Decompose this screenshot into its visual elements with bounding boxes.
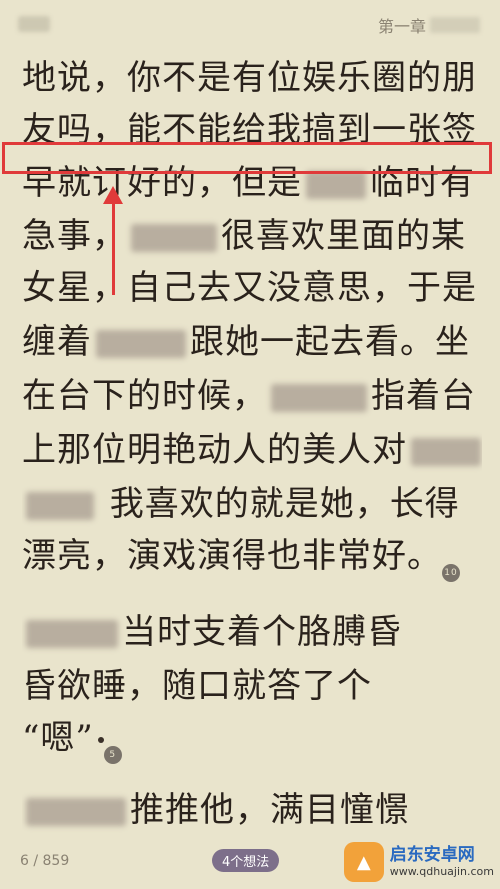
reader-bottom-bar: 6 / 859 4个想法 ▲ 启东安卓网 www.qdhuajin.com: [0, 839, 500, 889]
text-line[interactable]: 漂亮，演戏演得也非常好。 10: [22, 530, 482, 582]
text-segment: 指着台: [371, 376, 476, 416]
reader-text-area[interactable]: 地说，你不是有位娱乐圈的朋 友吗，能不能给我搞到一张签 早就订好的，但是 临时有 急事，…: [0, 0, 500, 840]
text-segment: 女星，自己去又没意思，于是: [22, 268, 477, 308]
text-line[interactable]: 昏欲睡，随口就答了个: [22, 660, 482, 712]
text-line[interactable]: 在台下的时候， 指着台: [22, 370, 482, 422]
text-segment: 当时支着个胳膊昏: [122, 612, 402, 652]
redacted-name: [306, 171, 366, 199]
text-segment: 跟她一起去看。坐: [190, 322, 470, 362]
text-line[interactable]: 缠着 跟她一起去看。坐: [22, 316, 482, 368]
red-highlight-box: [2, 142, 492, 174]
text-segment: 很喜欢里面的某: [221, 216, 466, 256]
text-line[interactable]: “嗯” 5: [22, 712, 482, 764]
redacted-name: [411, 438, 481, 466]
text-segment: 昏欲睡，随口就答了个: [22, 666, 372, 706]
watermark-title: 启东安卓网: [389, 845, 475, 865]
watermark-logo-icon: ▲: [343, 842, 384, 882]
thoughts-button[interactable]: 4个想法: [212, 849, 280, 872]
text-segment: 地说，你不是有位娱乐圈的朋: [22, 58, 477, 98]
comment-dot-icon[interactable]: [97, 737, 104, 743]
redacted-name: [271, 384, 367, 412]
text-segment: 上那位明艳动人的美人对: [22, 430, 407, 470]
redacted-name: [26, 620, 118, 648]
text-line[interactable]: 女星，自己去又没意思，于是: [22, 262, 482, 314]
page-indicator: 6 / 859: [20, 853, 70, 869]
text-line[interactable]: 急事， 很喜欢里面的某: [22, 210, 482, 262]
text-line[interactable]: 我喜欢的就是她，长得: [22, 478, 482, 530]
text-line[interactable]: 当时支着个胳膊昏: [22, 606, 482, 658]
redacted-name: [26, 798, 126, 826]
comment-count-badge[interactable]: 10: [442, 564, 460, 582]
redacted-name: [131, 224, 217, 252]
watermark-url: www.qdhuajin.com: [389, 865, 494, 878]
text-segment: 我喜欢的就是她，长得: [98, 484, 460, 524]
text-line[interactable]: 上那位明艳动人的美人对: [22, 424, 482, 476]
text-segment: 缠着: [22, 322, 92, 362]
text-line[interactable]: 地说，你不是有位娱乐圈的朋: [22, 52, 482, 104]
text-segment: “嗯”: [22, 718, 94, 758]
text-line[interactable]: 推推他，满目憧憬: [22, 784, 482, 836]
site-watermark: ▲ 启东安卓网 www.qdhuajin.com: [343, 842, 494, 882]
text-segment: 漂亮，演戏演得也非常好。: [22, 536, 442, 576]
redacted-name: [96, 330, 186, 358]
red-arrow-shaft: [112, 200, 115, 295]
comment-count-badge[interactable]: 5: [103, 746, 122, 764]
text-segment: 在台下的时候，: [22, 376, 267, 416]
text-segment: 推推他，满目憧憬: [130, 790, 410, 830]
redacted-name: [26, 492, 94, 520]
